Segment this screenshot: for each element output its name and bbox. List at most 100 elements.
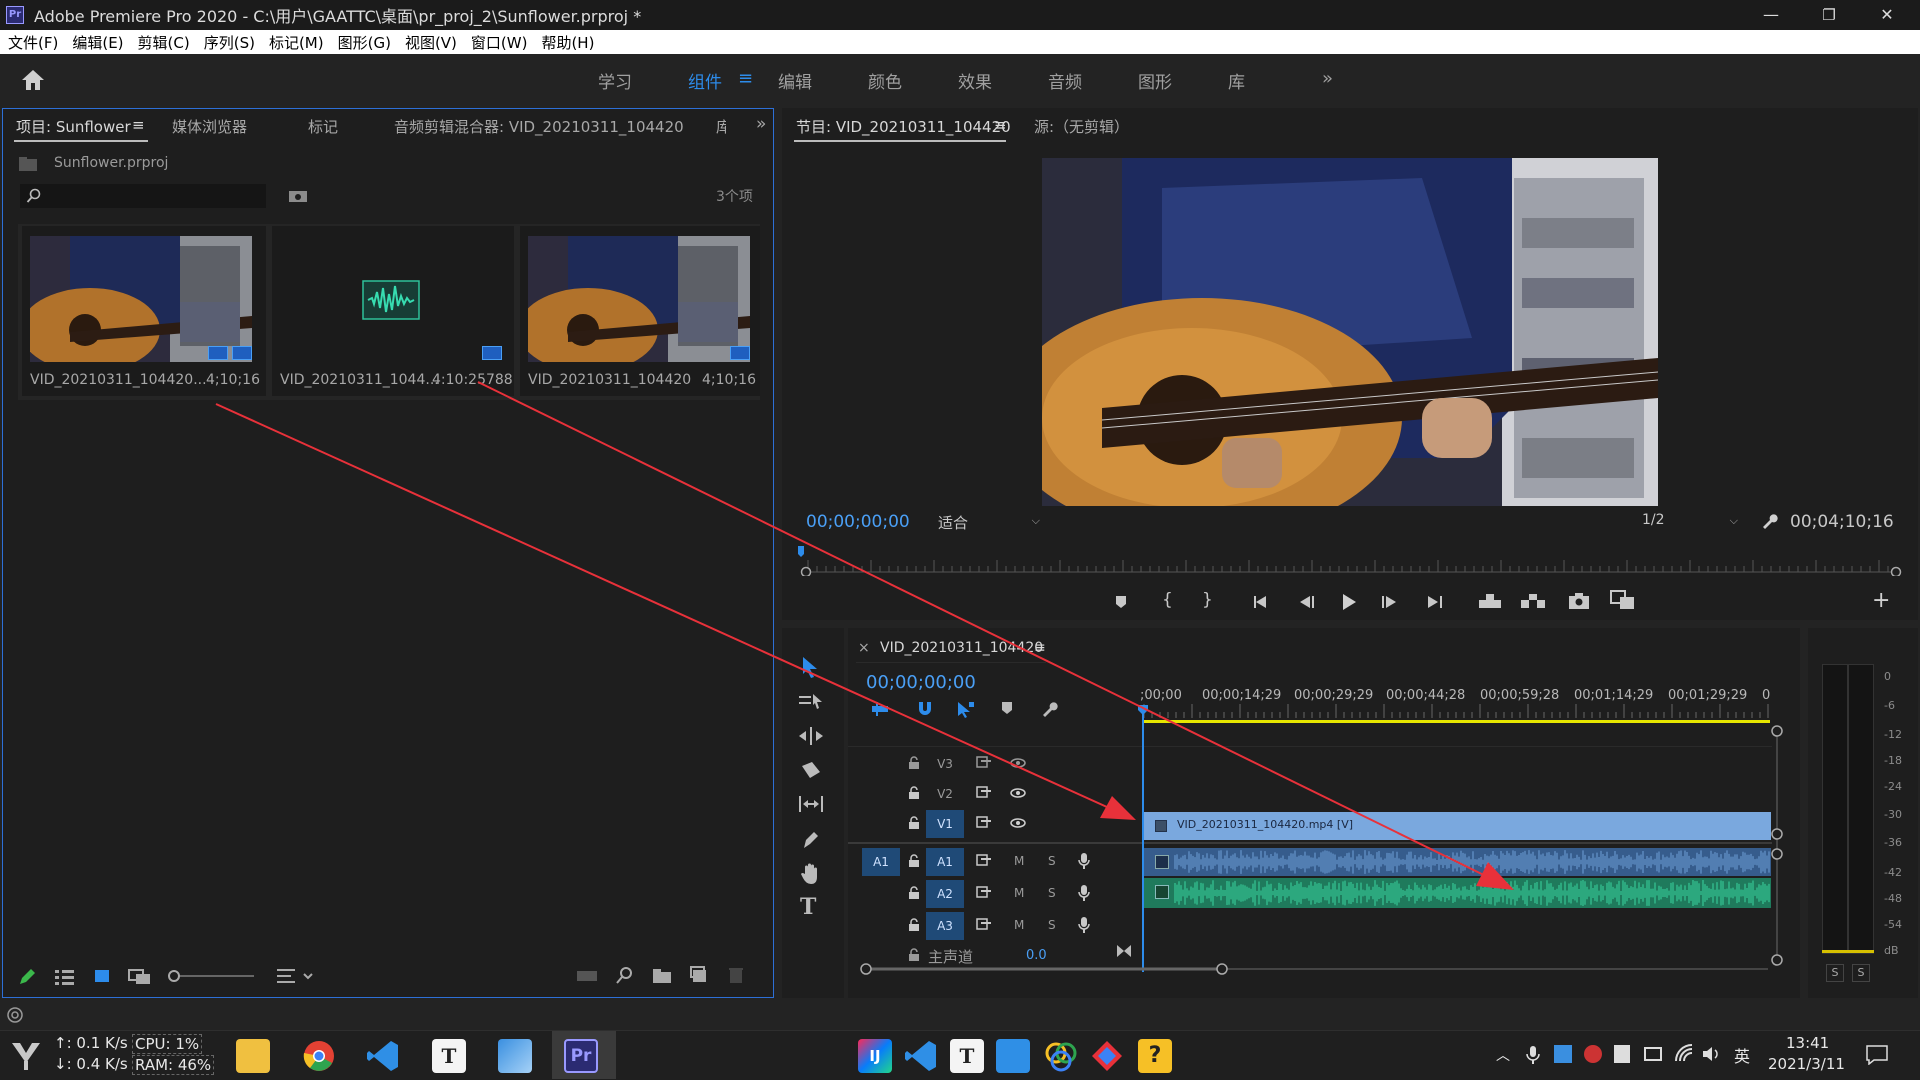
hand-tool-icon[interactable] <box>800 862 822 886</box>
work-area-bar[interactable] <box>1144 720 1770 723</box>
project-search-input[interactable] <box>46 186 260 206</box>
pen-tool-icon[interactable] <box>800 828 822 850</box>
microphone-icon[interactable] <box>1078 852 1090 870</box>
slip-tool-icon[interactable] <box>798 794 824 814</box>
image-viewer-icon[interactable] <box>498 1039 532 1073</box>
sequence-menu-icon[interactable]: ≡ <box>1034 640 1046 656</box>
timeline-timecode[interactable]: 00;00;00;00 <box>866 672 976 693</box>
menu-file[interactable]: 文件(F) <box>8 32 58 53</box>
vertical-scroll-handles[interactable] <box>1770 724 1784 970</box>
zoom-slider[interactable] <box>166 966 256 986</box>
workspace-tab-editing[interactable]: 编辑 <box>778 68 812 93</box>
menu-graphics[interactable]: 图形(G) <box>338 32 391 53</box>
workspace-tab-learn[interactable]: 学习 <box>598 68 632 93</box>
step-back-icon[interactable] <box>1296 594 1316 610</box>
solo-button-a1[interactable]: S <box>1048 854 1056 868</box>
menu-help[interactable]: 帮助(H) <box>541 32 594 53</box>
menu-edit[interactable]: 编辑(E) <box>72 32 123 53</box>
vscode-icon[interactable] <box>366 1039 400 1073</box>
lock-icon[interactable] <box>908 756 920 770</box>
track-label-v2[interactable]: V2 <box>926 780 964 808</box>
close-button[interactable]: ✕ <box>1858 0 1916 30</box>
show-hidden-icons-icon[interactable]: ︿ <box>1496 1045 1510 1065</box>
freeform-view-icon[interactable] <box>128 968 152 986</box>
microphone-tray-icon[interactable] <box>1526 1045 1540 1065</box>
sync-lock-icon[interactable] <box>976 816 992 828</box>
type-tool-icon[interactable]: T <box>800 894 816 920</box>
settings-wrench-icon[interactable] <box>1760 512 1778 530</box>
new-item-icon[interactable] <box>690 966 708 984</box>
add-marker-icon[interactable] <box>1000 700 1014 716</box>
track-label-a3[interactable]: A3 <box>926 912 964 940</box>
solo-button-a2[interactable]: S <box>1048 886 1056 900</box>
snap-magnet-icon[interactable] <box>916 700 934 718</box>
tab-project[interactable]: 项目: Sunflower <box>16 116 131 137</box>
microphone-icon[interactable] <box>1078 884 1090 902</box>
mark-out-icon[interactable]: } <box>1202 590 1213 610</box>
menu-clip[interactable]: 剪辑(C) <box>138 32 190 53</box>
extract-icon[interactable] <box>1520 592 1546 610</box>
paint3d-icon[interactable] <box>1044 1039 1078 1073</box>
close-sequence-icon[interactable]: × <box>858 640 870 656</box>
video-clip[interactable]: VID_20210311_104420.mp4 [V] <box>1143 812 1771 840</box>
chrome-icon[interactable] <box>302 1039 336 1073</box>
icon-view-icon[interactable] <box>94 968 110 984</box>
tab-media-browser[interactable]: 媒体浏览器 <box>172 116 247 137</box>
resolution-dropdown[interactable]: 1/2 ⌵ <box>1636 512 1742 534</box>
audio-clip-a2[interactable] <box>1143 878 1771 908</box>
program-video-frame[interactable] <box>1042 158 1658 506</box>
project-panel-menu-icon[interactable]: ≡ <box>132 116 145 134</box>
menu-sequence[interactable]: 序列(S) <box>204 32 255 53</box>
playhead[interactable] <box>1142 708 1144 972</box>
playhead-handle-icon[interactable] <box>1137 704 1149 716</box>
input-method-indicator[interactable]: 英 <box>1734 1043 1750 1067</box>
tray-antivirus-icon[interactable] <box>1584 1045 1602 1063</box>
tab-program-monitor[interactable]: 节目: VID_20210311_104420 <box>796 116 1011 137</box>
mute-button-a3[interactable]: M <box>1014 918 1024 932</box>
sync-lock-icon[interactable] <box>976 786 992 798</box>
export-frame-camera-icon[interactable] <box>1568 592 1590 610</box>
sync-lock-icon[interactable] <box>976 756 992 768</box>
action-center-icon[interactable] <box>1866 1045 1888 1065</box>
source-patch-a1[interactable]: A1 <box>862 848 900 876</box>
eye-icon[interactable] <box>1010 758 1026 768</box>
ripple-edit-tool-icon[interactable] <box>798 726 824 746</box>
tray-app-icon[interactable] <box>1554 1045 1572 1063</box>
tray-notification-app-icon[interactable] <box>1614 1045 1630 1063</box>
nest-toggle-icon[interactable] <box>870 700 890 718</box>
solo-button-a3[interactable]: S <box>1048 918 1056 932</box>
sort-icons-icon[interactable] <box>276 966 316 986</box>
linked-selection-icon[interactable] <box>956 700 976 718</box>
lock-icon[interactable] <box>908 886 920 900</box>
new-search-bin-icon[interactable] <box>288 188 308 204</box>
track-label-v3[interactable]: V3 <box>926 750 964 778</box>
selection-tool-icon[interactable] <box>800 656 820 678</box>
track-label-a1[interactable]: A1 <box>926 848 964 876</box>
mark-in-icon[interactable]: { <box>1162 590 1173 610</box>
intellij-icon[interactable]: IJ <box>858 1039 892 1073</box>
go-to-out-icon[interactable] <box>1424 594 1444 610</box>
lock-icon[interactable] <box>908 786 920 800</box>
typora-icon[interactable]: T <box>950 1039 984 1073</box>
eye-icon[interactable] <box>1010 788 1026 798</box>
tab-audio-clip-mixer[interactable]: 音频剪辑混合器: VID_20210311_104420 <box>394 116 684 137</box>
minimize-button[interactable]: — <box>1742 0 1800 30</box>
go-to-in-icon[interactable] <box>1252 594 1272 610</box>
mute-button-a2[interactable]: M <box>1014 886 1024 900</box>
tab-sequence[interactable]: VID_20210311_104420 <box>880 640 1043 656</box>
lock-icon[interactable] <box>908 918 920 932</box>
clock-time[interactable]: 13:41 <box>1786 1034 1829 1052</box>
comparison-view-icon[interactable] <box>1610 590 1636 610</box>
workspace-tab-color[interactable]: 颜色 <box>868 68 902 93</box>
typora-icon[interactable]: T <box>432 1039 466 1073</box>
sync-lock-icon[interactable] <box>976 918 992 930</box>
project-search-field[interactable] <box>20 184 266 208</box>
automate-to-sequence-icon[interactable] <box>576 968 598 984</box>
menu-markers[interactable]: 标记(M) <box>269 32 324 53</box>
razor-tool-icon[interactable] <box>800 760 822 780</box>
lock-icon[interactable] <box>908 948 920 962</box>
home-icon[interactable] <box>20 68 46 92</box>
audio-clip-a1[interactable] <box>1143 848 1771 876</box>
lock-icon[interactable] <box>908 816 920 830</box>
find-icon[interactable] <box>616 966 634 984</box>
